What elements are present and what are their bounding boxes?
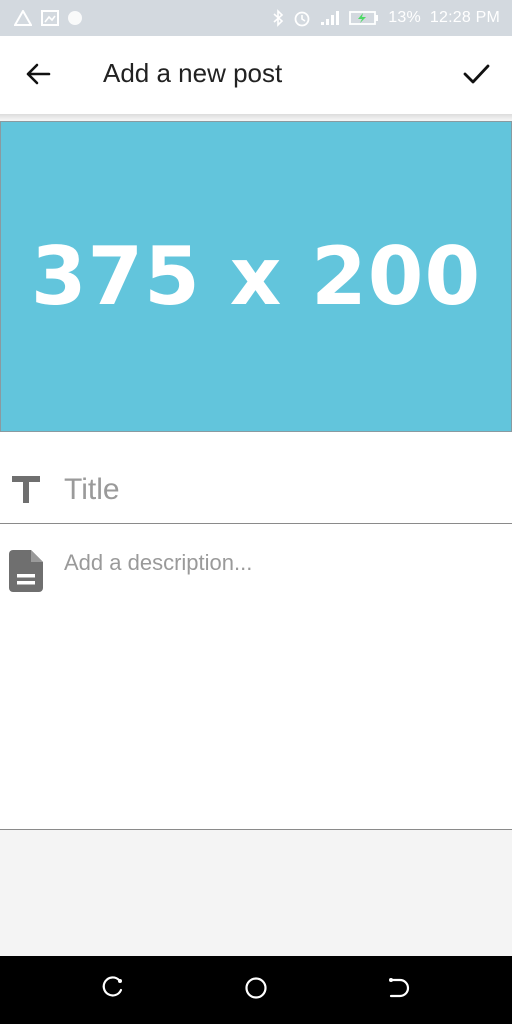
warning-icon <box>14 10 32 26</box>
document-icon <box>9 550 43 597</box>
image-icon <box>41 10 59 26</box>
post-form <box>0 432 512 830</box>
signal-icon <box>320 10 340 26</box>
description-input[interactable] <box>64 550 494 810</box>
status-bar: 13% 12:28 PM <box>0 0 512 36</box>
status-left <box>14 10 82 26</box>
screen: 13% 12:28 PM Add a new post 375 x 200 <box>0 0 512 1024</box>
back-button[interactable] <box>22 60 54 92</box>
app-bar: Add a new post <box>0 36 512 120</box>
back-icon <box>386 976 410 1005</box>
confirm-button[interactable] <box>458 58 494 94</box>
home-icon <box>244 976 268 1005</box>
title-input[interactable] <box>64 472 494 508</box>
text-format-icon <box>10 474 42 509</box>
image-placeholder-text: 375 x 200 <box>30 230 482 323</box>
recent-apps-icon <box>101 975 125 1005</box>
check-icon <box>462 62 490 91</box>
image-placeholder[interactable]: 375 x 200 <box>0 121 512 432</box>
battery-percent: 13% <box>388 9 421 26</box>
title-row <box>0 432 512 524</box>
circle-icon <box>68 11 82 25</box>
alarm-icon <box>293 9 311 27</box>
empty-area <box>0 831 512 956</box>
status-right: 13% 12:28 PM <box>272 9 500 27</box>
status-time: 12:28 PM <box>429 9 500 26</box>
bluetooth-icon <box>272 9 284 27</box>
nav-bar <box>0 956 512 1024</box>
home-button[interactable] <box>242 976 270 1004</box>
recent-apps-button[interactable] <box>99 975 127 1005</box>
arrow-left-icon <box>25 62 51 91</box>
page-title: Add a new post <box>103 58 283 88</box>
system-back-button[interactable] <box>384 976 412 1004</box>
battery-icon <box>349 10 379 26</box>
